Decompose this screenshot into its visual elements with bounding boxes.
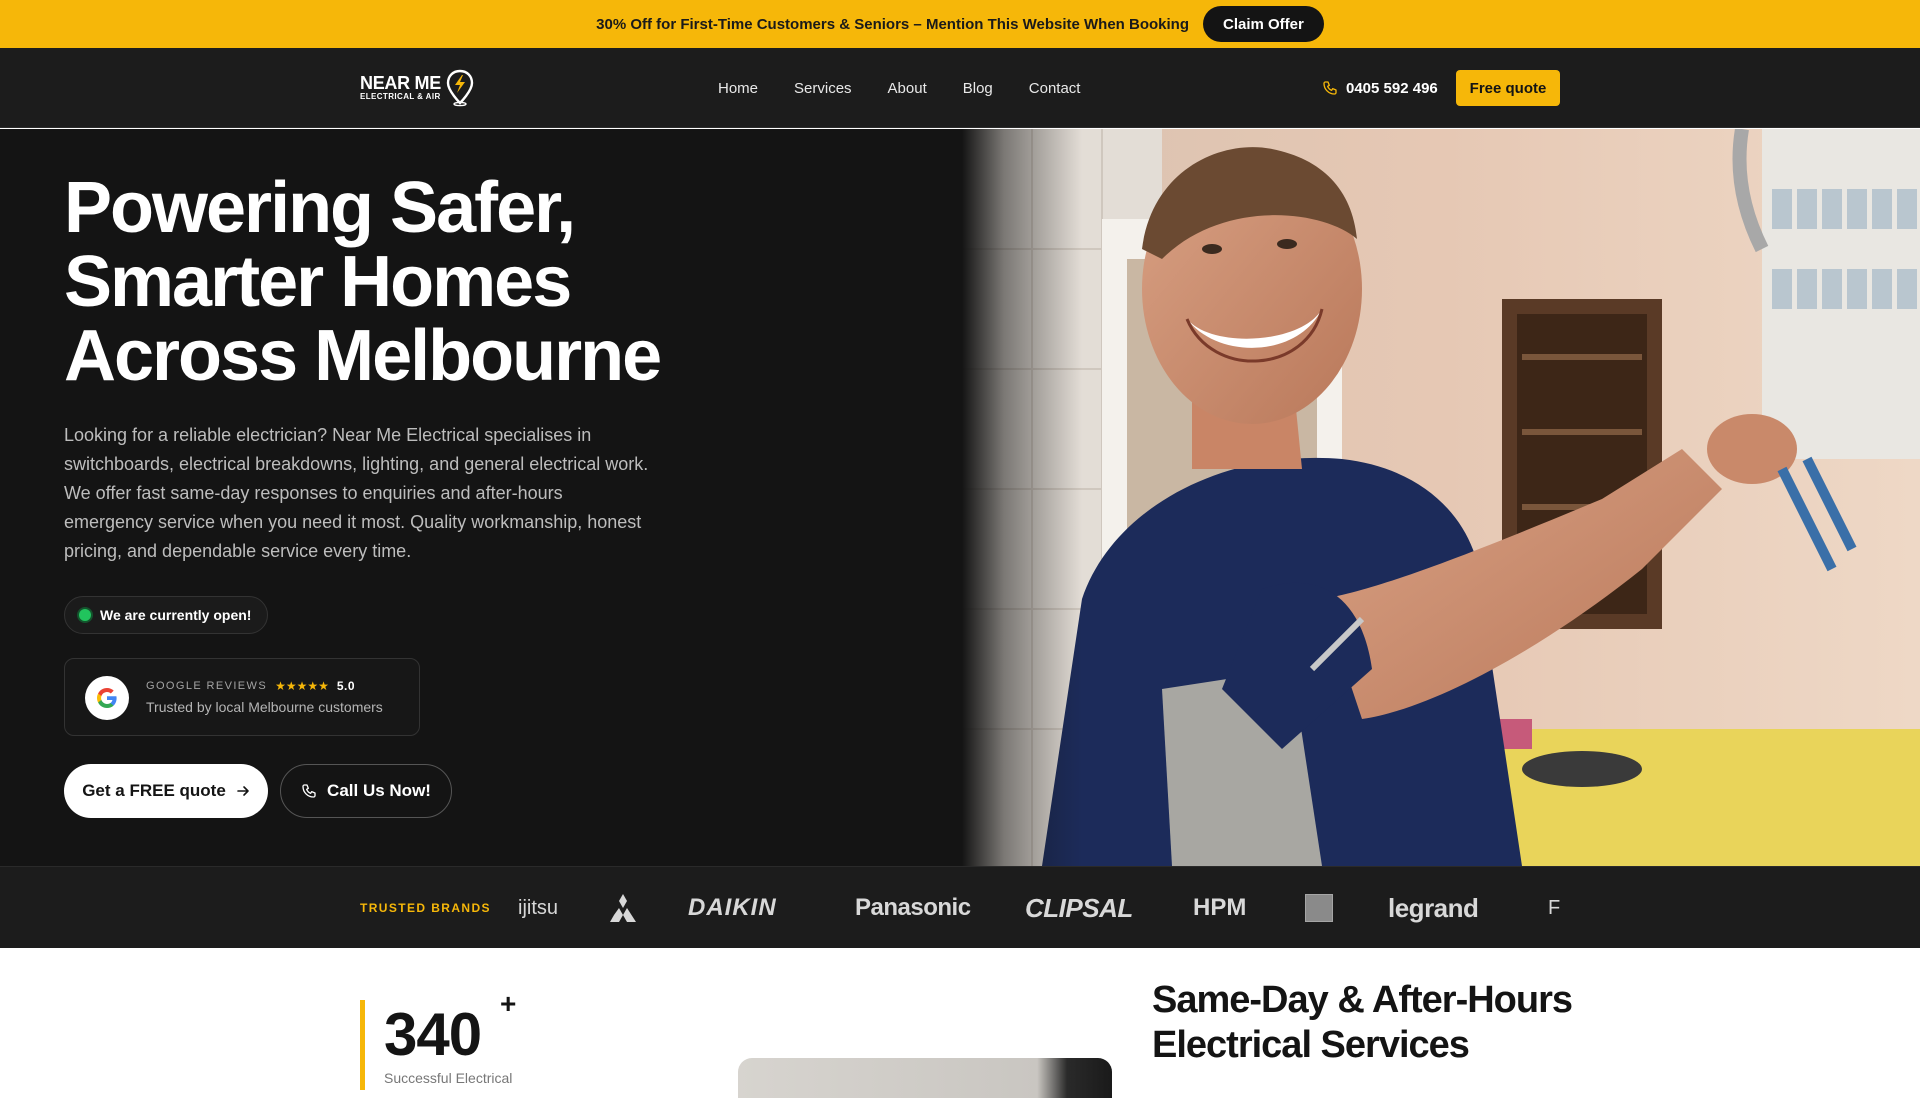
brand-placeholder-image — [1305, 894, 1333, 922]
hero-section: Powering Safer, Smarter Homes Across Mel… — [0, 129, 1920, 866]
logo-sub-text: ELECTRICAL & AIR — [360, 92, 441, 101]
brand-logo-mitsubishi — [606, 867, 640, 949]
service-image — [738, 1058, 1112, 1098]
main-nav: NEAR ME ELECTRICAL & AIR Home Services A… — [0, 48, 1920, 128]
hero-title-line-2: Smarter Homes — [64, 242, 572, 322]
promo-bar: 30% Off for First-Time Customers & Senio… — [0, 0, 1920, 48]
get-free-quote-label: Get a FREE quote — [82, 781, 226, 800]
brand-logo-hpm: HPM — [1193, 894, 1247, 921]
brand-logo-panasonic: Panasonic — [855, 894, 971, 921]
hero-title-line-3: Across Melbourne — [64, 316, 662, 396]
brand-logo-legrand: legrand — [1388, 892, 1479, 923]
star-rating-icon: ★★★★★ — [275, 679, 329, 693]
stat-label: Successful Electrical — [384, 1070, 513, 1086]
phone-icon — [1323, 81, 1337, 95]
hero-description: Looking for a reliable electrician? Near… — [64, 425, 649, 561]
nav-links: Home Services About Blog Contact — [718, 48, 1080, 128]
nav-link-about[interactable]: About — [888, 80, 927, 97]
nav-link-blog[interactable]: Blog — [963, 80, 993, 97]
brand-logo-clipsal: CLIPSAL — [1025, 892, 1133, 923]
phone-icon — [302, 784, 316, 798]
brand-logo-strip: ijitsu DAIKIN Panasonic CLIPSAL HPM legr… — [510, 867, 1560, 949]
stat-suffix: + — [500, 988, 517, 1019]
logo-text: NEAR ME ELECTRICAL & AIR — [360, 74, 441, 102]
call-us-now-label: Call Us Now! — [327, 781, 431, 800]
stat-accent-bar — [360, 1000, 365, 1090]
open-status-dot-icon — [79, 609, 91, 621]
hero-photo-electrician — [962, 129, 1920, 866]
logo-main-text: NEAR ME — [360, 73, 441, 93]
brand-logo-fujitsu-repeat: FU — [1548, 896, 1560, 919]
section-title: Same-Day & After-Hours Electrical Servic… — [1152, 979, 1573, 1066]
hero-photo-fade — [962, 129, 1082, 866]
nav-link-home[interactable]: Home — [718, 80, 758, 97]
electrician-photo — [962, 129, 1920, 866]
stat-number: 340 — [384, 1001, 482, 1068]
call-us-now-button[interactable]: Call Us Now! — [280, 764, 452, 818]
nav-link-services[interactable]: Services — [794, 80, 852, 97]
open-status-text: We are currently open! — [100, 607, 252, 623]
brand-logo-fujitsu: ijitsu — [518, 896, 559, 919]
claim-offer-button[interactable]: Claim Offer — [1203, 6, 1324, 42]
brand-logo-placeholder — [1305, 867, 1333, 949]
rating-value: 5.0 — [336, 679, 356, 693]
google-logo-icon — [85, 676, 129, 720]
promo-text: 30% Off for First-Time Customers & Senio… — [596, 15, 1189, 33]
lightning-pin-icon — [446, 69, 474, 107]
open-status-badge: We are currently open! — [64, 596, 269, 634]
get-free-quote-button[interactable]: Get a FREE quote — [64, 764, 268, 818]
logo[interactable]: NEAR ME ELECTRICAL & AIR — [360, 68, 475, 108]
google-reviews-subtitle: Trusted by local Melbourne customers — [146, 699, 383, 715]
nav-link-contact[interactable]: Contact — [1029, 80, 1081, 97]
free-quote-button[interactable]: Free quote — [1456, 70, 1560, 106]
mitsubishi-diamonds-icon — [610, 894, 636, 922]
nav-phone-number: 0405 592 496 — [1346, 79, 1438, 97]
trusted-brands-label: TRUSTED BRANDS — [360, 901, 491, 915]
arrow-right-icon — [236, 786, 249, 796]
brand-logo-daikin: DAIKIN — [688, 894, 777, 921]
trusted-brands-bar: TRUSTED BRANDS ijitsu DAIKIN Panasonic C… — [0, 866, 1920, 948]
hero-title-line-1: Powering Safer, — [64, 168, 576, 248]
nav-phone-link[interactable]: 0405 592 496 — [1322, 48, 1438, 128]
google-reviews-label-row: GOOGLE REVIEWS ★★★★★ 5.0 — [146, 679, 355, 693]
hero-title: Powering Safer, Smarter Homes Across Mel… — [64, 171, 784, 393]
google-reviews-label: GOOGLE REVIEWS — [146, 680, 268, 692]
google-reviews-card[interactable]: GOOGLE REVIEWS ★★★★★ 5.0 Trusted by loca… — [64, 658, 420, 736]
